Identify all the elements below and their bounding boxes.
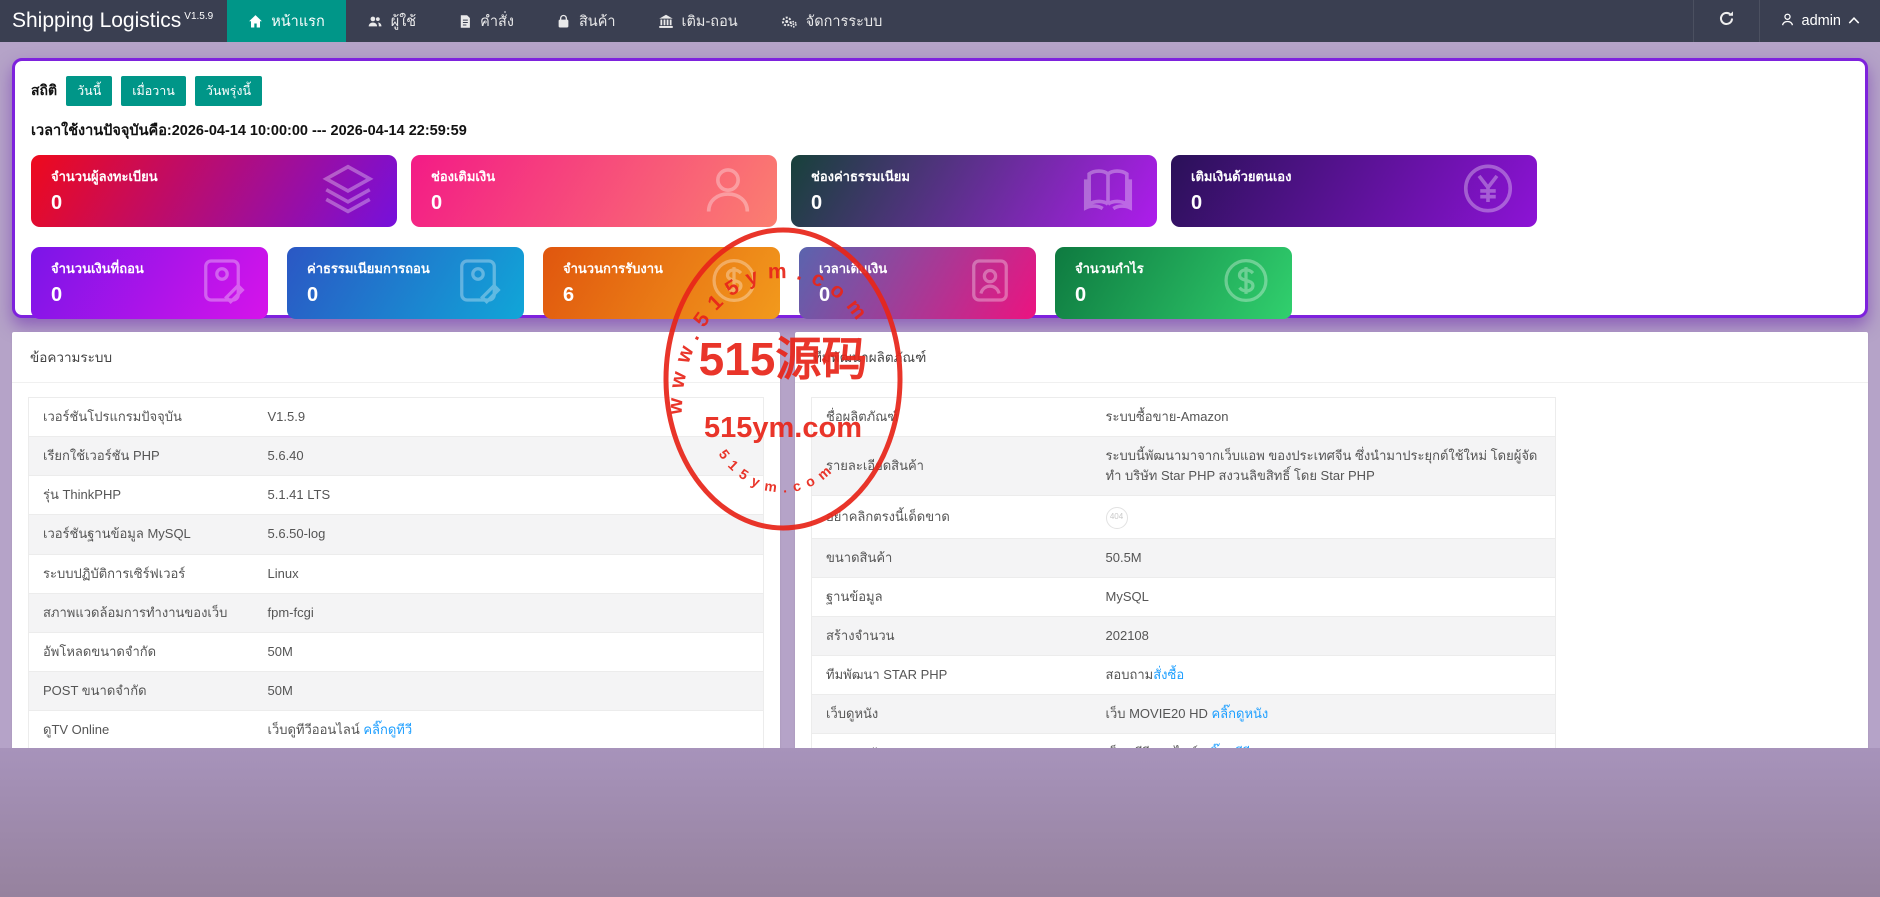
- table-row: รายละเอียดสินค้าระบบนี้พัฒนามาจากเว็บแอพ…: [812, 437, 1556, 496]
- stat-card-jobs-received: จำนวนการรับงาน 6: [543, 247, 780, 319]
- file-icon: [458, 14, 472, 29]
- layers-icon: [319, 160, 377, 223]
- range-button-today[interactable]: วันนี้: [66, 76, 112, 106]
- username: admin: [1802, 13, 1842, 29]
- nav-item-label: ผู้ใช้: [391, 10, 416, 33]
- table-row: ชื่อผลิตภัณฑ์ระบบซื้อขาย-Amazon: [812, 398, 1556, 437]
- current-time-range: เวลาใช้งานปัจจุบันคือ:2026-04-14 10:00:0…: [31, 119, 1849, 142]
- page-footer-band: [0, 748, 1880, 897]
- stats-card: สถิติ วันนี้ เมื่อวาน วันพรุ่งนี้ เวลาใช…: [12, 58, 1868, 318]
- nav-item-label: หน้าแรก: [271, 10, 325, 33]
- product-info-panel: ทีมพัฒนาผลิตภัณฑ์ ชื่อผลิตภัณฑ์ระบบซื้อข…: [795, 332, 1868, 789]
- table-row: ฐานข้อมูลMySQL: [812, 577, 1556, 616]
- open-book-icon: [1079, 160, 1137, 223]
- document-pen-icon: [452, 255, 504, 312]
- gears-icon: [780, 14, 798, 29]
- refresh-button[interactable]: [1694, 0, 1759, 42]
- table-row: อย่าคลิกตรงนี้เด็ดขาด 404: [812, 496, 1556, 538]
- nav-item-users[interactable]: ผู้ใช้: [346, 0, 437, 42]
- range-button-tomorrow[interactable]: วันพรุ่งนี้: [195, 76, 262, 106]
- table-row: รุ่น ThinkPHP5.1.41 LTS: [29, 476, 764, 515]
- chevron-up-icon: [1848, 13, 1860, 29]
- bag-icon: [556, 14, 571, 29]
- dollar-coin-icon: [708, 255, 760, 312]
- id-card-icon: [964, 255, 1016, 312]
- app-brand: Shipping Logistics V1.5.9: [0, 0, 227, 42]
- table-row: เวอร์ชันโปรแกรมปัจจุบันV1.5.9: [29, 398, 764, 437]
- nav-item-label: สินค้า: [579, 10, 616, 33]
- broken-image-badge[interactable]: 404: [1106, 507, 1128, 529]
- panel-title: ข้อความระบบ: [12, 332, 780, 383]
- document-pen-icon: [196, 255, 248, 312]
- system-info-table: เวอร์ชันโปรแกรมปัจจุบันV1.5.9 เรียกใช้เว…: [28, 397, 764, 750]
- app-title: Shipping Logistics: [12, 9, 181, 33]
- person-icon: [1780, 12, 1795, 31]
- navbar-right: admin: [1693, 0, 1880, 42]
- watch-movie-link[interactable]: คลิ๊กดูหนัง: [1211, 706, 1268, 721]
- stat-card-withdraw-fee: ค่าธรรมเนียมการถอน 0: [287, 247, 524, 319]
- user-menu[interactable]: admin: [1760, 0, 1880, 42]
- nav-item-system[interactable]: จัดการระบบ: [759, 0, 904, 42]
- table-row: POST ขนาดจำกัด50M: [29, 671, 764, 710]
- watch-tv-link[interactable]: คลิ๊กดูทีวี: [363, 722, 412, 737]
- stat-card-registered-users: จำนวนผู้ลงทะเบียน 0: [31, 155, 397, 227]
- table-row: อัพโหลดขนาดจำกัด50M: [29, 632, 764, 671]
- nav-item-label: เติม-ถอน: [682, 10, 738, 33]
- refresh-icon: [1718, 10, 1735, 32]
- yen-icon: [1459, 160, 1517, 223]
- table-row: เรียกใช้เวอร์ชัน PHP5.6.40: [29, 437, 764, 476]
- stat-card-fee-channel: ช่องค่าธรรมเนียม 0: [791, 155, 1157, 227]
- range-button-yesterday[interactable]: เมื่อวาน: [121, 76, 186, 106]
- main-menu: หน้าแรก ผู้ใช้ คำสั่ง สินค้า เติม-ถอน: [227, 0, 903, 42]
- panel-title: ทีมพัฒนาผลิตภัณฑ์: [795, 332, 1868, 383]
- table-row: ทีมพัฒนา STAR PHP สอบถามสั่งซื้อ: [812, 656, 1556, 695]
- table-row: สร้างจำนวน202108: [812, 616, 1556, 655]
- nav-item-orders[interactable]: คำสั่ง: [437, 0, 535, 42]
- app-version: V1.5.9: [184, 11, 213, 22]
- bank-icon: [658, 14, 674, 29]
- top-navbar: Shipping Logistics V1.5.9 หน้าแรก ผู้ใช้…: [0, 0, 1880, 42]
- product-info-table: ชื่อผลิตภัณฑ์ระบบซื้อขาย-Amazon รายละเอี…: [811, 397, 1556, 773]
- table-row: เวอร์ชันฐานข้อมูล MySQL5.6.50-log: [29, 515, 764, 554]
- nav-item-label: คำสั่ง: [480, 10, 514, 33]
- system-info-panel: ข้อความระบบ เวอร์ชันโปรแกรมปัจจุบันV1.5.…: [12, 332, 780, 766]
- nav-item-deposit-withdraw[interactable]: เติม-ถอน: [637, 0, 759, 42]
- nav-item-home[interactable]: หน้าแรก: [227, 0, 346, 42]
- nav-item-label: จัดการระบบ: [806, 10, 883, 33]
- order-link[interactable]: สั่งซื้อ: [1153, 667, 1184, 682]
- stat-card-withdraw-amount: จำนวนเงินที่ถอน 0: [31, 247, 268, 319]
- nav-item-products[interactable]: สินค้า: [535, 0, 637, 42]
- stat-cards-row-1: จำนวนผู้ลงทะเบียน 0 ช่องเติมเงิน 0 ช่องค…: [31, 155, 1849, 227]
- stat-card-self-topup: เติมเงินด้วยตนเอง 0: [1171, 155, 1537, 227]
- dollar-coin-icon: [1220, 255, 1272, 312]
- table-row: ระบบปฏิบัติการเซิร์ฟเวอร์Linux: [29, 554, 764, 593]
- stat-card-topup-time: เวลาเติมเงิน 0: [799, 247, 1036, 319]
- table-row: เว็บดูหนัง เว็บ MOVIE20 HD คลิ๊กดูหนัง: [812, 695, 1556, 734]
- user-icon: [699, 160, 757, 223]
- table-row: ขนาดสินค้า50.5M: [812, 538, 1556, 577]
- table-row: ดูTV Online เว็บดูทีวีออนไลน์ คลิ๊กดูทีว…: [29, 711, 764, 750]
- stat-card-profit: จำนวนกำไร 0: [1055, 247, 1292, 319]
- stat-cards-row-2: จำนวนเงินที่ถอน 0 ค่าธรรมเนียมการถอน 0 จ…: [31, 247, 1849, 319]
- stat-card-topup-channel: ช่องเติมเงิน 0: [411, 155, 777, 227]
- users-icon: [367, 14, 383, 29]
- home-icon: [248, 14, 263, 29]
- stats-label: สถิติ: [31, 80, 57, 102]
- table-row: สภาพแวดล้อมการทำงานของเว็บfpm-fcgi: [29, 593, 764, 632]
